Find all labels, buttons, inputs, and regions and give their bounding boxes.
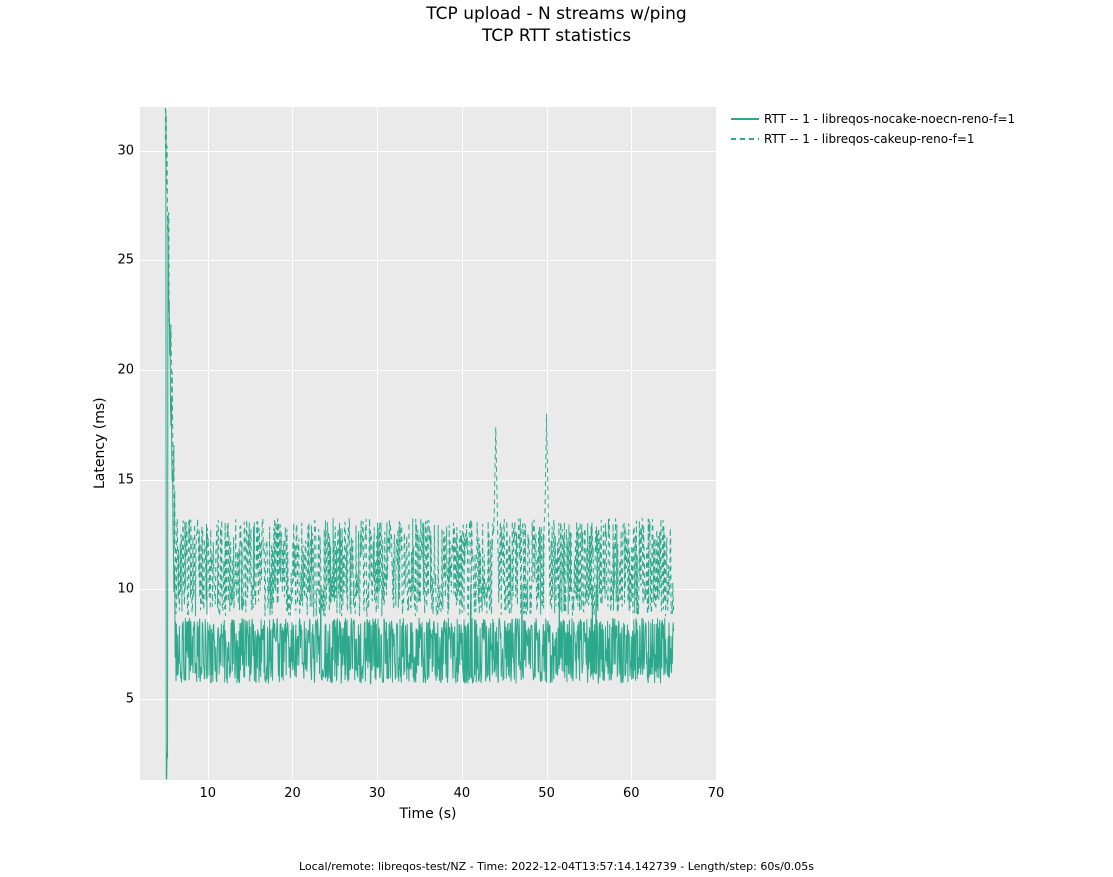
legend-swatch (731, 113, 759, 125)
y-tick-label: 15 (112, 472, 134, 487)
chart-title: TCP upload - N streams w/ping (0, 4, 1113, 24)
y-tick-label: 25 (112, 253, 134, 268)
legend-entry: RTT -- 1 - libreqos-nocake-noecn-reno-f=… (731, 109, 1015, 129)
y-tick-label: 30 (112, 143, 134, 158)
x-tick-label: 20 (284, 786, 301, 801)
x-tick-label: 10 (199, 786, 216, 801)
legend: RTT -- 1 - libreqos-nocake-noecn-reno-f=… (731, 109, 1015, 149)
grid-line-v (716, 107, 717, 780)
y-tick-label: 5 (112, 691, 134, 706)
y-tick-label: 20 (112, 363, 134, 378)
legend-label: RTT -- 1 - libreqos-nocake-noecn-reno-f=… (764, 112, 1015, 126)
x-tick-label: 50 (538, 786, 555, 801)
x-axis-label: Time (s) (140, 806, 716, 822)
y-axis-label: Latency (ms) (92, 397, 108, 489)
x-tick-label: 30 (369, 786, 386, 801)
series-line (165, 108, 673, 617)
x-tick-label: 60 (623, 786, 640, 801)
y-tick-label: 10 (112, 582, 134, 597)
plot-svg (140, 107, 716, 780)
x-tick-label: 70 (708, 786, 725, 801)
chart-footer: Local/remote: libreqos-test/NZ - Time: 2… (0, 860, 1113, 873)
chart-titles: TCP upload - N streams w/ping TCP RTT st… (0, 4, 1113, 46)
legend-label: RTT -- 1 - libreqos-cakeup-reno-f=1 (764, 132, 975, 146)
chart-subtitle: TCP RTT statistics (0, 26, 1113, 46)
legend-swatch (731, 133, 759, 145)
plot-area (140, 107, 716, 780)
x-tick-label: 40 (454, 786, 471, 801)
legend-entry: RTT -- 1 - libreqos-cakeup-reno-f=1 (731, 129, 1015, 149)
series-line (165, 108, 673, 779)
